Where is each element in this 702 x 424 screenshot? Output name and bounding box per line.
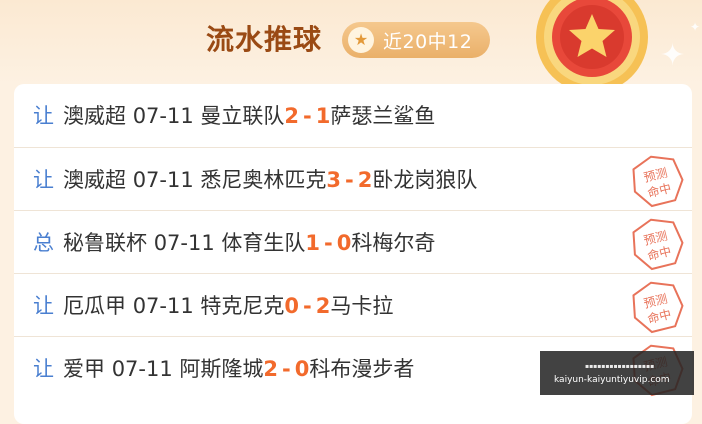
- medal-icon: [536, 0, 648, 93]
- match-text: 厄瓜甲 07-11 特克尼克0-2马卡拉: [63, 294, 394, 318]
- bet-type-tag: 让: [33, 104, 54, 128]
- watermark-url: kaiyun-kaiyuntiyuvip.com: [554, 375, 670, 385]
- bet-type-tag: 让: [33, 168, 54, 192]
- list-item[interactable]: 让 厄瓜甲 07-11 特克尼克0-2马卡拉 预测 命中: [14, 273, 692, 336]
- header: 流水推球 ★ 近20中12 ✦ ✦: [0, 0, 702, 93]
- star-icon: ★: [348, 27, 374, 53]
- hit-stamp-icon: 预测 命中: [632, 281, 684, 334]
- hit-stamp-icon: 预测 命中: [632, 218, 684, 271]
- watermark-caption: ▪▪▪▪▪▪▪▪▪▪▪▪▪▪▪▪▪: [585, 363, 655, 370]
- page-title: 流水推球: [206, 23, 323, 56]
- sparkle-icon: ✦: [660, 38, 686, 73]
- hit-stamp-icon: 预测 命中: [632, 155, 684, 208]
- match-text: 爱甲 07-11 阿斯隆城2-0科布漫步者: [63, 357, 415, 381]
- sparkle-icon: ✦: [690, 20, 701, 34]
- list-item[interactable]: 总 秘鲁联杯 07-11 体育生队1-0科梅尔奇 预测 命中: [14, 210, 692, 273]
- list-item[interactable]: 让 澳威超 07-11 悉尼奥林匹克3-2卧龙岗狼队 预测 命中: [14, 147, 692, 210]
- bet-type-tag: 让: [33, 357, 54, 381]
- watermark: ▪▪▪▪▪▪▪▪▪▪▪▪▪▪▪▪▪ kaiyun-kaiyuntiyuvip.c…: [540, 351, 694, 395]
- record-badge: ★ 近20中12: [342, 22, 490, 58]
- match-text: 澳威超 07-11 曼立联队2-1萨瑟兰鲨鱼: [63, 104, 436, 128]
- bet-type-tag: 总: [33, 231, 54, 255]
- list-item[interactable]: 让 澳威超 07-11 曼立联队2-1萨瑟兰鲨鱼: [14, 84, 692, 146]
- bet-type-tag: 让: [33, 294, 54, 318]
- record-label: 近20中12: [383, 30, 473, 53]
- match-text: 澳威超 07-11 悉尼奥林匹克3-2卧龙岗狼队: [63, 168, 478, 192]
- match-text: 秘鲁联杯 07-11 体育生队1-0科梅尔奇: [63, 231, 436, 255]
